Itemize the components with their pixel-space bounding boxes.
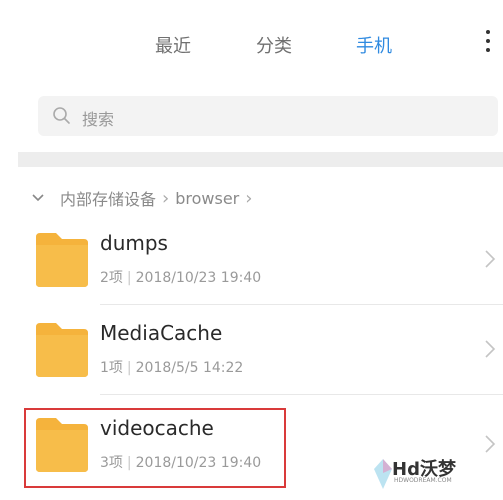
- file-name: dumps: [100, 231, 168, 255]
- more-vertical-icon[interactable]: [484, 30, 492, 56]
- chevron-right-icon: [485, 435, 496, 453]
- modified-date: 2018/10/23 19:40: [135, 270, 262, 286]
- breadcrumb: 内部存储设备 › browser ›: [30, 186, 252, 210]
- watermark-subtext: HDWODREAM.COM: [394, 477, 452, 484]
- meta-separator: |: [126, 360, 132, 376]
- file-meta: 1项 | 2018/5/5 14:22: [100, 357, 243, 377]
- list-item[interactable]: dumps 2项 | 2018/10/23 19:40: [18, 215, 503, 305]
- chevron-right-icon: [485, 340, 496, 358]
- breadcrumb-separator: ›: [162, 187, 170, 209]
- folder-icon: [36, 323, 88, 377]
- meta-separator: |: [126, 270, 132, 286]
- tab-phone[interactable]: 手机: [356, 32, 392, 58]
- item-count: 1项: [100, 360, 123, 376]
- item-count: 2项: [100, 270, 123, 286]
- breadcrumb-separator: ›: [245, 187, 253, 209]
- chevron-right-icon: [485, 250, 496, 268]
- modified-date: 2018/5/5 14:22: [135, 360, 244, 376]
- tab-recent[interactable]: 最近: [155, 32, 191, 58]
- list-item[interactable]: MediaCache 1项 | 2018/5/5 14:22: [18, 305, 503, 395]
- breadcrumb-item-internal-storage[interactable]: 内部存储设备: [60, 186, 156, 210]
- breadcrumb-item-browser[interactable]: browser: [175, 189, 239, 208]
- chevron-down-icon[interactable]: [30, 190, 46, 206]
- watermark-logo-icon: [374, 459, 392, 489]
- watermark: Hd沃梦 HDWODREAM.COM: [374, 455, 456, 495]
- folder-icon: [36, 233, 88, 287]
- file-meta: 2项 | 2018/10/23 19:40: [100, 267, 261, 287]
- section-divider: [18, 152, 503, 167]
- row-divider: [100, 394, 503, 395]
- tab-category[interactable]: 分类: [256, 32, 292, 58]
- file-name: MediaCache: [100, 321, 223, 345]
- highlight-box: [24, 408, 286, 488]
- search-placeholder: 搜索: [82, 110, 115, 129]
- search-icon: [53, 107, 70, 124]
